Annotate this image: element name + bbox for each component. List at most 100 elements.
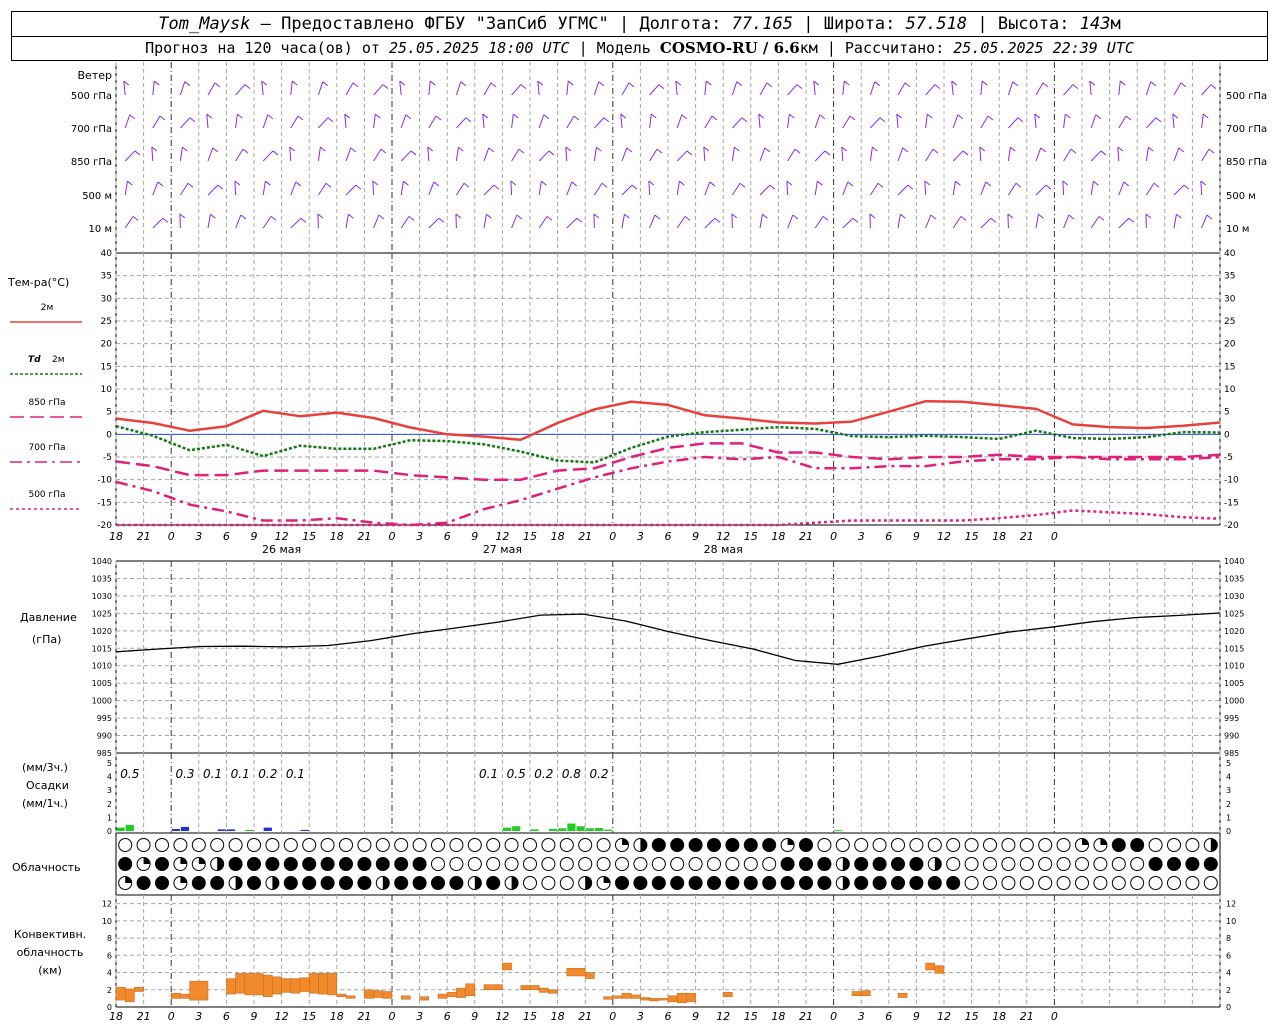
cloud-symbol	[891, 876, 905, 890]
wind-barb	[1063, 84, 1074, 96]
temp-xtick-label: 9	[471, 530, 478, 543]
cloud-symbol	[523, 876, 537, 890]
precip-ytick-left: 0	[107, 827, 112, 836]
precip-bar	[585, 828, 594, 831]
wind-barb-flag	[762, 213, 768, 219]
wind-barb	[1063, 148, 1072, 162]
wind-barb-flag	[429, 80, 436, 86]
cloud-symbol	[983, 876, 997, 890]
wind-barb	[566, 217, 578, 229]
wind-barb-flag	[1176, 213, 1182, 219]
wind-barb	[289, 146, 292, 162]
wind-barb	[235, 114, 238, 129]
wind-barb	[206, 114, 209, 129]
conv-ytick-right: 4	[1226, 969, 1231, 978]
wind-barb	[925, 148, 934, 162]
press-ytick-left: 1025	[92, 609, 112, 618]
cloud-symbol-half	[842, 857, 850, 871]
conv-bar	[860, 990, 871, 997]
temp-xtick-label: 6	[223, 530, 230, 543]
conv-bar	[520, 985, 531, 991]
wind-barb-flag	[714, 217, 721, 223]
wind-barb-flag	[187, 182, 194, 188]
wind-barb-flag	[217, 184, 224, 190]
wind-title: Ветер	[78, 69, 112, 82]
wind-barb-flag	[711, 115, 718, 121]
wind-barb	[399, 81, 402, 96]
precip-total-label: 0.1	[231, 767, 250, 781]
cloud-symbol	[302, 838, 317, 852]
temp-xtick-label: 21	[578, 530, 592, 543]
wind-barb-flag	[214, 82, 221, 88]
temp-xtick-label: 0	[168, 530, 175, 543]
wind-barb	[428, 81, 431, 96]
press-ytick-left: 1010	[92, 662, 112, 671]
wind-barb	[373, 114, 376, 129]
wind-barb	[787, 148, 796, 162]
wind-barb	[842, 115, 851, 129]
wind-barb	[124, 181, 128, 196]
temp-xtick-label: 15	[302, 530, 316, 543]
conv-bar	[226, 978, 236, 995]
precip-unit-3h: (мм/3ч.)	[22, 761, 68, 774]
conv-ytick-right: 8	[1226, 934, 1231, 943]
conv-ytick-left: 10	[102, 917, 112, 926]
temp-xtick-label: 21	[357, 530, 371, 543]
precip-bar	[171, 828, 180, 831]
cloud-symbol	[927, 876, 942, 890]
press-ytick-right: 1025	[1224, 609, 1244, 618]
wind-barb	[317, 147, 321, 162]
conv-bar	[189, 980, 209, 1001]
precip-bar	[180, 826, 190, 831]
cloud-symbol	[1075, 876, 1089, 890]
cloud-symbol-half	[1210, 838, 1218, 852]
wind-barb-flag	[1040, 147, 1047, 153]
wind-barb	[344, 114, 347, 129]
wind-barb-flag	[734, 146, 740, 152]
wind-barb	[511, 84, 522, 96]
conv-bar	[262, 974, 273, 997]
cloud-symbol	[1093, 876, 1108, 890]
cloud-symbol-quarter	[1100, 838, 1107, 845]
wind-barb-flag	[1015, 182, 1022, 188]
cloud-symbol	[817, 876, 832, 890]
cloud-symbol	[357, 876, 372, 890]
wind-barb-flag	[879, 117, 886, 123]
wind-barb-flag	[134, 150, 141, 156]
wind-barb-flag	[794, 148, 801, 154]
wind-barb-flag	[1155, 117, 1162, 123]
precip-total-label: 0.3	[175, 767, 194, 781]
precip-total-label: 0.1	[286, 767, 305, 781]
cloud-symbol	[339, 857, 353, 871]
wind-barb	[814, 114, 821, 129]
wind-barb-flag	[1072, 84, 1079, 89]
wind-barb-flag	[631, 184, 638, 190]
cloud-symbol	[854, 838, 869, 852]
wind-barb-flag	[624, 213, 630, 219]
cloud-symbol	[891, 838, 905, 852]
wind-barb-flag	[546, 216, 553, 221]
wind-barb-flag	[824, 150, 831, 156]
wind-barb	[538, 114, 545, 129]
precip-bar	[263, 827, 272, 831]
wind-barb	[1118, 81, 1121, 96]
precipitation-panel: 0.5 0.3 0.1 0.1 0.2 0.1 0.1 0.5 0.2 0.8 0.2	[116, 767, 843, 832]
temp-xtick-label: 18	[992, 530, 1006, 543]
wind-barb	[897, 184, 909, 196]
cloud-symbol-half	[842, 876, 850, 890]
conv-xtick-label: 15	[744, 1010, 758, 1023]
wind-barb-flag	[648, 180, 655, 186]
cloud-symbol	[155, 838, 169, 852]
temp-ytick-right: 0	[1224, 430, 1230, 440]
cloud-symbol	[983, 838, 997, 852]
wind-barb-flag	[179, 213, 186, 219]
cloud-symbol	[394, 876, 409, 890]
press-ytick-left: 995	[97, 714, 112, 723]
cloud-symbol	[633, 857, 648, 871]
precip-total-label: 0.5	[507, 767, 526, 781]
precip-bar	[245, 829, 254, 831]
precip-ytick-left: 3	[107, 786, 112, 795]
wind-barb-flag	[955, 180, 961, 186]
cloud-symbol	[688, 857, 703, 871]
conv-bar	[382, 991, 393, 999]
